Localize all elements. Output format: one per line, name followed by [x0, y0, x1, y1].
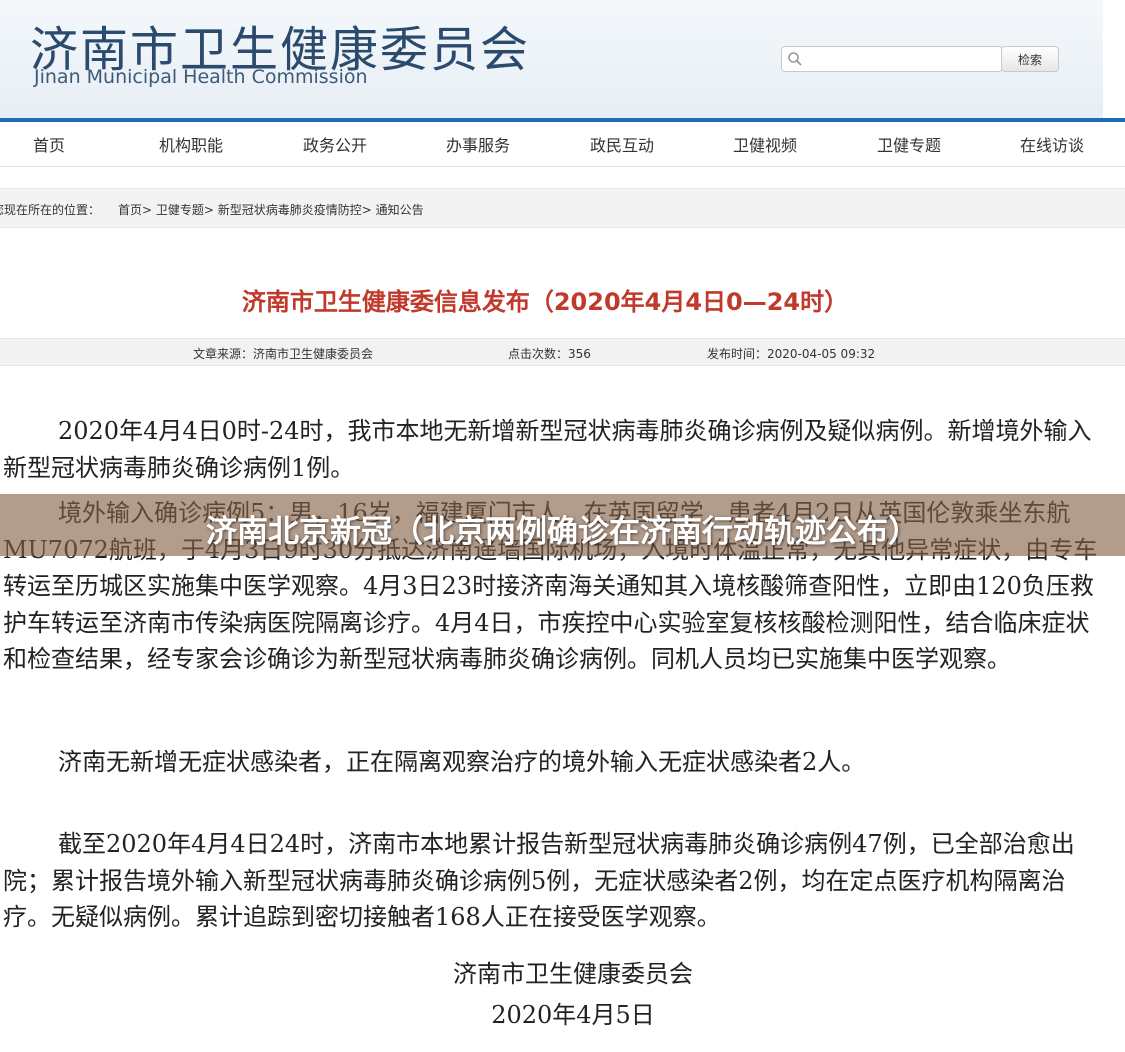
nav-item-videos[interactable]: 卫健视频 — [733, 132, 797, 156]
article-title: 济南市卫生健康委信息发布（2020年4月4日0—24时） — [241, 288, 849, 316]
search-button[interactable]: 检索 — [1001, 46, 1059, 72]
search-icon — [788, 52, 802, 66]
search-area: 检索 — [781, 46, 1061, 74]
nav-item-topics[interactable]: 卫健专题 — [877, 132, 941, 156]
breadcrumb: 您现在所在的位置： 首页> 卫健专题> 新型冠状病毒肺炎疫情防控> 通知公告 — [0, 188, 1125, 228]
main-nav: 首页 机构职能 政务公开 办事服务 政民互动 卫健视频 卫健专题 在线访谈 — [0, 118, 1125, 167]
article-paragraph: 2020年4月4日0时-24时，我市本地无新增新型冠状病毒肺炎确诊病例及疑似病例… — [3, 417, 1092, 482]
article-clicks: 点击次数：356 — [508, 347, 591, 361]
site-title-en: Jinan Municipal Health Commission — [34, 66, 368, 88]
nav-item-gov-info[interactable]: 政务公开 — [303, 132, 367, 156]
article-date: 2020年4月5日 — [491, 1001, 655, 1029]
breadcrumb-prefix: 您现在所在的位置： — [0, 203, 101, 217]
nav-item-services[interactable]: 办事服务 — [446, 132, 510, 156]
overlay-caption: 济南北京新冠（北京两例确诊在济南行动轨迹公布） — [206, 514, 919, 550]
nav-item-interviews[interactable]: 在线访谈 — [1020, 132, 1084, 156]
article-paragraph: 截至2020年4月4日24时，济南市本地累计报告新型冠状病毒肺炎确诊病例47例，… — [3, 830, 1075, 931]
article-meta: 文章来源：济南市卫生健康委员会 点击次数：356 发布时间：2020-04-05… — [0, 338, 1125, 366]
nav-item-home[interactable]: 首页 — [33, 132, 65, 156]
article-publish-time: 发布时间：2020-04-05 09:32 — [707, 347, 876, 361]
article-signature: 济南市卫生健康委员会 — [453, 960, 693, 988]
page: 济南市卫生健康委员会 Jinan Municipal Health Commis… — [0, 0, 1125, 1052]
search-input[interactable] — [781, 46, 1003, 72]
site-header: 济南市卫生健康委员会 Jinan Municipal Health Commis… — [0, 0, 1103, 119]
article-source: 文章来源：济南市卫生健康委员会 — [193, 347, 374, 361]
nav-item-functions[interactable]: 机构职能 — [159, 132, 223, 156]
article-paragraph: 济南无新增无症状感染者，正在隔离观察治疗的境外输入无症状感染者2人。 — [58, 748, 866, 776]
nav-item-interaction[interactable]: 政民互动 — [590, 132, 654, 156]
breadcrumb-path[interactable]: 首页> 卫健专题> 新型冠状病毒肺炎疫情防控> 通知公告 — [118, 201, 424, 218]
